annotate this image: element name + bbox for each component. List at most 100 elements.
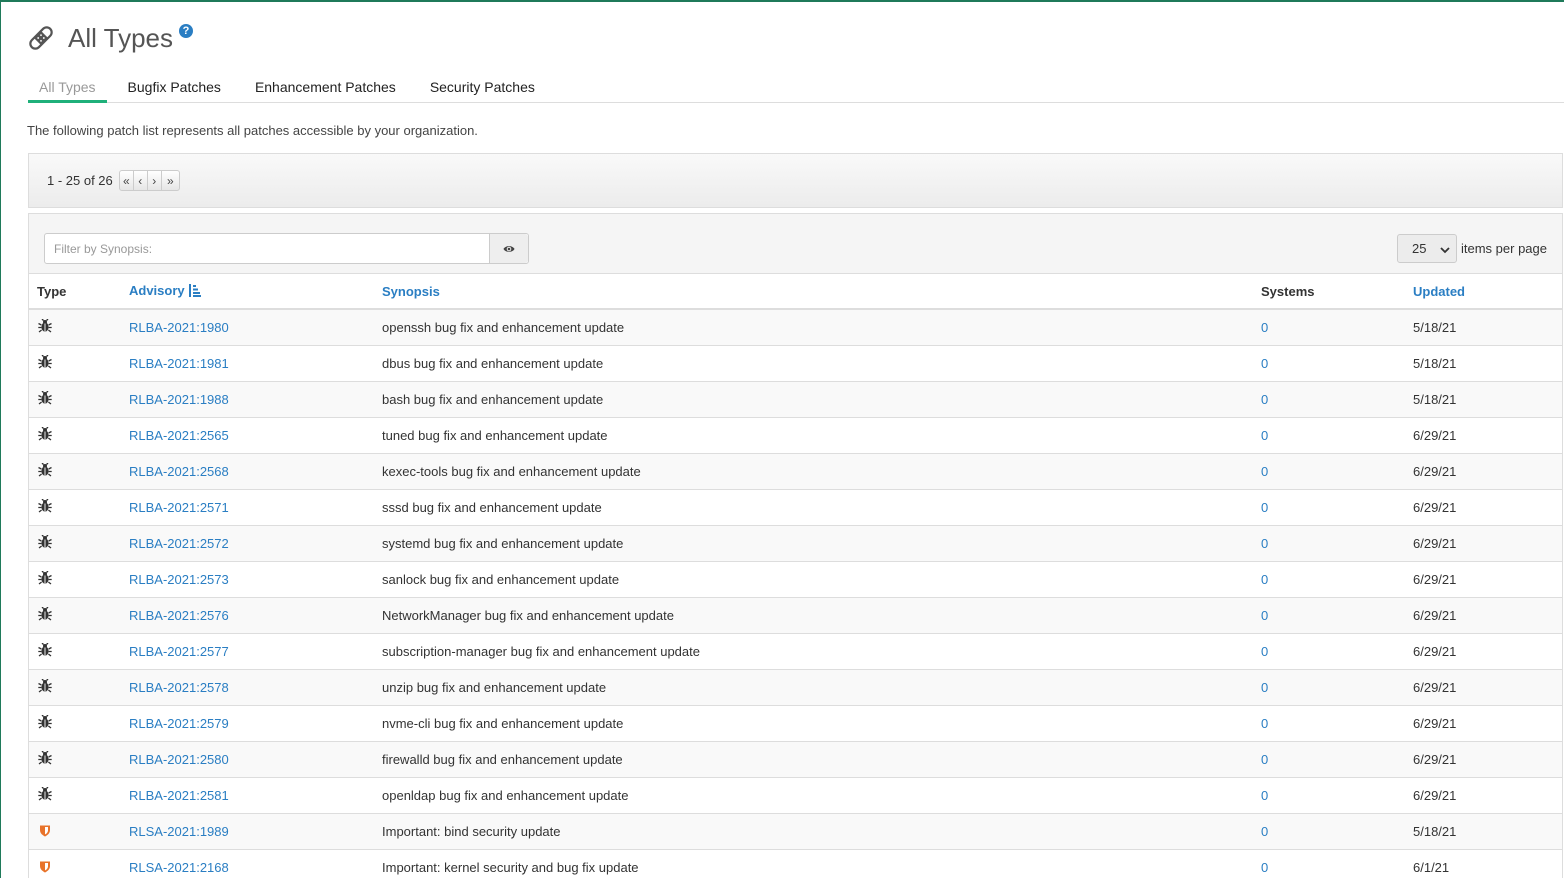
pagination-bar: 1 - 25 of 26 « ‹ › » — [28, 153, 1563, 208]
advisory-link[interactable]: RLBA-2021:1980 — [129, 320, 229, 335]
advisory-link[interactable]: RLBA-2021:2576 — [129, 608, 229, 623]
systems-cell: 0 — [1261, 488, 1413, 525]
advisory-link[interactable]: RLBA-2021:1981 — [129, 356, 229, 371]
systems-link[interactable]: 0 — [1261, 320, 1268, 335]
advisory-link[interactable]: RLBA-2021:1988 — [129, 392, 229, 407]
type-cell — [29, 560, 129, 597]
updated-cell: 6/29/21 — [1413, 596, 1562, 633]
systems-link[interactable]: 0 — [1261, 788, 1268, 803]
help-icon[interactable]: ? — [179, 24, 194, 38]
left-accent-bar — [0, 0, 1, 878]
systems-link[interactable]: 0 — [1261, 536, 1268, 551]
column-header-updated[interactable]: Updated — [1413, 274, 1562, 310]
synopsis-filter-input[interactable] — [45, 234, 489, 263]
tab-bugfix-patches[interactable]: Bugfix Patches — [117, 73, 232, 102]
page-title: All Types — [68, 22, 174, 53]
sort-ascending-icon[interactable] — [188, 283, 201, 300]
column-header-advisory[interactable]: Advisory — [129, 274, 382, 310]
updated-cell: 5/18/21 — [1413, 344, 1562, 381]
type-cell — [29, 848, 129, 878]
tab-security-patches[interactable]: Security Patches — [419, 73, 546, 102]
systems-cell: 0 — [1261, 740, 1413, 777]
table-row: RLBA-2021:1980 openssh bug fix and enhanc… — [29, 308, 1562, 345]
systems-link[interactable]: 0 — [1261, 464, 1268, 479]
page-description: The following patch list represents all … — [27, 123, 478, 138]
systems-link[interactable]: 0 — [1261, 716, 1268, 731]
systems-cell: 0 — [1261, 524, 1413, 561]
synopsis-sort-link[interactable]: Synopsis — [382, 284, 440, 299]
eye-icon[interactable] — [489, 234, 528, 263]
advisory-cell: RLBA-2021:1988 — [129, 380, 382, 417]
type-cell — [29, 380, 129, 417]
prev-page-button[interactable]: ‹ — [132, 170, 148, 191]
updated-sort-link[interactable]: Updated — [1413, 284, 1465, 299]
systems-link[interactable]: 0 — [1261, 752, 1268, 767]
synopsis-cell: NetworkManager bug fix and enhancement u… — [382, 596, 1261, 633]
systems-link[interactable]: 0 — [1261, 500, 1268, 515]
type-cell — [29, 776, 129, 813]
synopsis-cell: sssd bug fix and enhancement update — [382, 488, 1261, 525]
patch-table: Type Advisory Synopsis Systems Updated R… — [29, 274, 1562, 878]
type-cell — [29, 524, 129, 561]
updated-cell: 6/29/21 — [1413, 560, 1562, 597]
systems-link[interactable]: 0 — [1261, 392, 1268, 407]
systems-link[interactable]: 0 — [1261, 824, 1268, 839]
advisory-cell: RLBA-2021:2577 — [129, 632, 382, 669]
items-per-page-select[interactable]: 25 — [1397, 234, 1457, 263]
advisory-cell: RLBA-2021:2580 — [129, 740, 382, 777]
advisory-link[interactable]: RLBA-2021:2577 — [129, 644, 229, 659]
table-row: RLSA-2021:2168 Important: kernel security… — [29, 848, 1562, 878]
synopsis-cell: nvme-cli bug fix and enhancement update — [382, 704, 1261, 741]
updated-cell: 6/29/21 — [1413, 524, 1562, 561]
systems-link[interactable]: 0 — [1261, 860, 1268, 875]
advisory-link[interactable]: RLBA-2021:2580 — [129, 752, 229, 767]
systems-cell: 0 — [1261, 632, 1413, 669]
systems-link[interactable]: 0 — [1261, 428, 1268, 443]
bug-icon — [37, 498, 53, 514]
bug-icon — [37, 642, 53, 658]
systems-link[interactable]: 0 — [1261, 644, 1268, 659]
systems-cell: 0 — [1261, 668, 1413, 705]
page-header: All Types ? — [27, 18, 194, 58]
bug-icon — [37, 750, 53, 766]
advisory-link[interactable]: RLBA-2021:2571 — [129, 500, 229, 515]
systems-cell: 0 — [1261, 380, 1413, 417]
advisory-link[interactable]: RLBA-2021:2581 — [129, 788, 229, 803]
synopsis-cell: systemd bug fix and enhancement update — [382, 524, 1261, 561]
synopsis-filter — [44, 233, 529, 264]
tab-enhancement-patches[interactable]: Enhancement Patches — [244, 73, 407, 102]
systems-link[interactable]: 0 — [1261, 608, 1268, 623]
systems-cell: 0 — [1261, 344, 1413, 381]
first-page-button[interactable]: « — [118, 170, 134, 191]
advisory-link[interactable]: RLBA-2021:2573 — [129, 572, 229, 587]
table-row: RLBA-2021:2581 openldap bug fix and enhan… — [29, 776, 1562, 813]
advisory-link[interactable]: RLBA-2021:2578 — [129, 680, 229, 695]
updated-cell: 6/29/21 — [1413, 740, 1562, 777]
updated-cell: 6/1/21 — [1413, 848, 1562, 878]
systems-cell: 0 — [1261, 848, 1413, 878]
advisory-link[interactable]: RLBA-2021:2568 — [129, 464, 229, 479]
systems-link[interactable]: 0 — [1261, 356, 1268, 371]
advisory-link[interactable]: RLBA-2021:2579 — [129, 716, 229, 731]
type-cell — [29, 596, 129, 633]
advisory-link[interactable]: RLBA-2021:2572 — [129, 536, 229, 551]
bug-icon — [37, 426, 53, 442]
advisory-cell: RLBA-2021:2579 — [129, 704, 382, 741]
items-per-page: 25 items per page — [1397, 234, 1547, 263]
patch-type-tabs: All Types Bugfix Patches Enhancement Pat… — [28, 73, 1564, 103]
table-row: RLBA-2021:2571 sssd bug fix and enhanceme… — [29, 488, 1562, 525]
updated-cell: 6/29/21 — [1413, 776, 1562, 813]
advisory-sort-link[interactable]: Advisory — [129, 283, 185, 298]
advisory-link[interactable]: RLBA-2021:2565 — [129, 428, 229, 443]
advisory-cell: RLBA-2021:1981 — [129, 344, 382, 381]
next-page-button[interactable]: › — [146, 170, 162, 191]
synopsis-cell: Important: bind security update — [382, 812, 1261, 849]
systems-cell: 0 — [1261, 416, 1413, 453]
column-header-synopsis[interactable]: Synopsis — [382, 274, 1261, 310]
tab-all-types[interactable]: All Types — [28, 73, 107, 103]
last-page-button[interactable]: » — [160, 170, 180, 191]
advisory-link[interactable]: RLSA-2021:2168 — [129, 860, 229, 875]
systems-link[interactable]: 0 — [1261, 680, 1268, 695]
systems-link[interactable]: 0 — [1261, 572, 1268, 587]
advisory-link[interactable]: RLSA-2021:1989 — [129, 824, 229, 839]
